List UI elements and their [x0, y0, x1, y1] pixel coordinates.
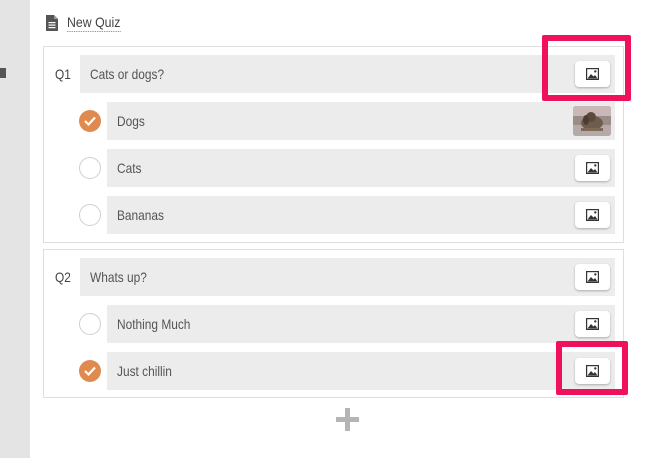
answer-text: Nothing Much	[117, 316, 191, 332]
question-row: Q2 Whats up?	[44, 258, 625, 296]
left-sidebar-strip	[0, 0, 30, 458]
correct-answer-toggle[interactable]	[79, 157, 101, 179]
add-image-button[interactable]	[575, 358, 610, 384]
document-icon	[46, 15, 58, 31]
answer-row: Dogs	[44, 102, 625, 140]
image-icon	[586, 271, 599, 283]
answer-row: Bananas	[44, 196, 625, 234]
add-question-button[interactable]	[336, 408, 359, 431]
question-text-field[interactable]: Whats up?	[80, 258, 615, 296]
quiz-header: New Quiz	[46, 12, 128, 34]
add-image-button[interactable]	[575, 155, 610, 181]
add-image-button[interactable]	[575, 202, 610, 228]
answer-text-field[interactable]: Just chillin	[107, 352, 615, 390]
image-icon	[586, 68, 599, 80]
question-text-field[interactable]: Cats or dogs?	[80, 55, 615, 93]
correct-answer-toggle[interactable]	[79, 313, 101, 335]
answer-text-field[interactable]: Cats	[107, 149, 615, 187]
question-row: Q1 Cats or dogs?	[44, 55, 625, 93]
question-card: Q1 Cats or dogs? Dogs Cats Bananas	[43, 46, 624, 243]
correct-answer-toggle[interactable]	[79, 204, 101, 226]
answer-text-field[interactable]: Nothing Much	[107, 305, 615, 343]
answer-row: Cats	[44, 149, 625, 187]
correct-answer-toggle[interactable]	[79, 360, 101, 382]
answer-text: Dogs	[117, 113, 145, 129]
question-text: Whats up?	[90, 269, 147, 285]
image-icon	[586, 365, 599, 377]
correct-answer-toggle[interactable]	[79, 110, 101, 132]
answer-image-thumbnail[interactable]	[573, 106, 611, 136]
answer-text: Bananas	[117, 207, 164, 223]
answer-row: Nothing Much	[44, 305, 625, 343]
checkmark-icon	[84, 116, 96, 126]
checkmark-icon	[84, 366, 96, 376]
question-text: Cats or dogs?	[90, 66, 165, 82]
answer-row: Just chillin	[44, 352, 625, 390]
image-icon	[586, 318, 599, 330]
sidebar-handle[interactable]	[0, 68, 6, 78]
question-number: Q2	[55, 269, 71, 285]
question-card: Q2 Whats up? Nothing Much Just chillin	[43, 249, 624, 398]
answer-text-field[interactable]: Dogs	[107, 102, 615, 140]
answer-text-field[interactable]: Bananas	[107, 196, 615, 234]
image-icon	[586, 209, 599, 221]
add-image-button[interactable]	[575, 264, 610, 290]
quiz-title[interactable]: New Quiz	[67, 14, 121, 32]
answer-text: Just chillin	[117, 363, 172, 379]
image-icon	[586, 162, 599, 174]
answer-text: Cats	[117, 160, 142, 176]
add-image-button[interactable]	[575, 311, 610, 337]
add-image-button[interactable]	[575, 61, 610, 87]
question-number: Q1	[55, 66, 71, 82]
